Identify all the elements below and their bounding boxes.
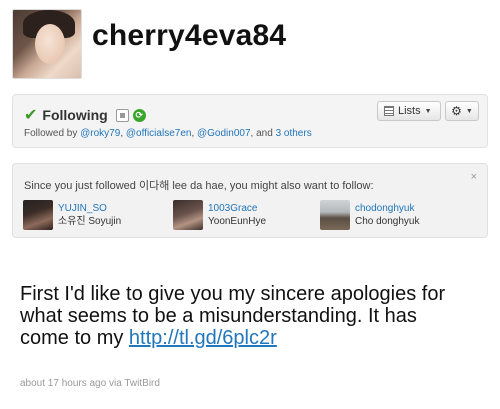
retweet-icon[interactable]: ⟳ [132,108,146,122]
lists-button-label: Lists [398,105,421,117]
follow-status-box: ✔ Following ⟳ Followed by @roky79, @offi… [12,94,488,148]
followed-by-prefix: Followed by [24,128,78,139]
suggested-name: Cho donghyuk [355,216,420,227]
suggested-handle[interactable]: 1003Grace [208,202,266,215]
tweet-meta: about 17 hours ago via TwitBird [20,378,160,389]
tweet-link[interactable]: http://tl.gd/6plc2r [129,327,277,349]
chevron-down-icon: ▼ [424,107,432,115]
tweet-source[interactable]: TwitBird [124,378,160,389]
screen-name: cherry4eva84 [92,19,287,52]
avatar-face [35,24,65,64]
suggested-handle[interactable]: YUJIN_SO [58,202,121,215]
suggested-user[interactable]: chodonghyuk Cho donghyuk [320,200,420,230]
follow-suggestions: Since you just followed 이다해 lee da hae, … [12,163,488,238]
device-icon[interactable] [115,108,129,122]
chevron-down-icon: ▼ [465,107,473,115]
avatar[interactable] [173,200,203,230]
tweet-text: First I'd like to give you my sincere ap… [20,283,460,349]
following-label: Following [42,107,108,123]
followed-by-line: Followed by @roky79, @officialse7en, @Go… [24,128,312,139]
others-link[interactable]: 3 others [276,128,312,139]
avatar[interactable] [320,200,350,230]
suggested-user[interactable]: 1003Grace YoonEunHye [173,200,266,230]
follower-link-1[interactable]: @roky79 [80,128,120,139]
via-label: via [108,378,122,389]
settings-menu-button[interactable]: ⚙ ▼ [445,101,479,121]
lists-icon [384,106,394,116]
checkmark-icon: ✔ [24,107,38,124]
close-icon[interactable]: × [471,171,477,183]
follower-sep-2: , [191,128,195,139]
tweet-timestamp[interactable]: about 17 hours ago [20,378,106,389]
suggested-user[interactable]: YUJIN_SO 소유진 Soyujin [23,200,121,230]
gear-icon: ⚙ [451,104,462,118]
and-text: , and [250,128,273,139]
suggestions-intro: Since you just followed 이다해 lee da hae, … [24,180,374,192]
profile-avatar[interactable] [12,9,82,79]
follower-link-2[interactable]: @officialse7en [126,128,192,139]
lists-button[interactable]: Lists ▼ [377,101,441,121]
follower-sep-1: , [120,128,124,139]
suggested-handle[interactable]: chodonghyuk [355,202,420,215]
follower-link-3[interactable]: @Godin007 [197,128,251,139]
following-status[interactable]: ✔ Following ⟳ [24,105,146,125]
suggested-name: YoonEunHye [208,216,267,227]
suggested-name: 소유진 Soyujin [58,216,122,227]
avatar[interactable] [23,200,53,230]
